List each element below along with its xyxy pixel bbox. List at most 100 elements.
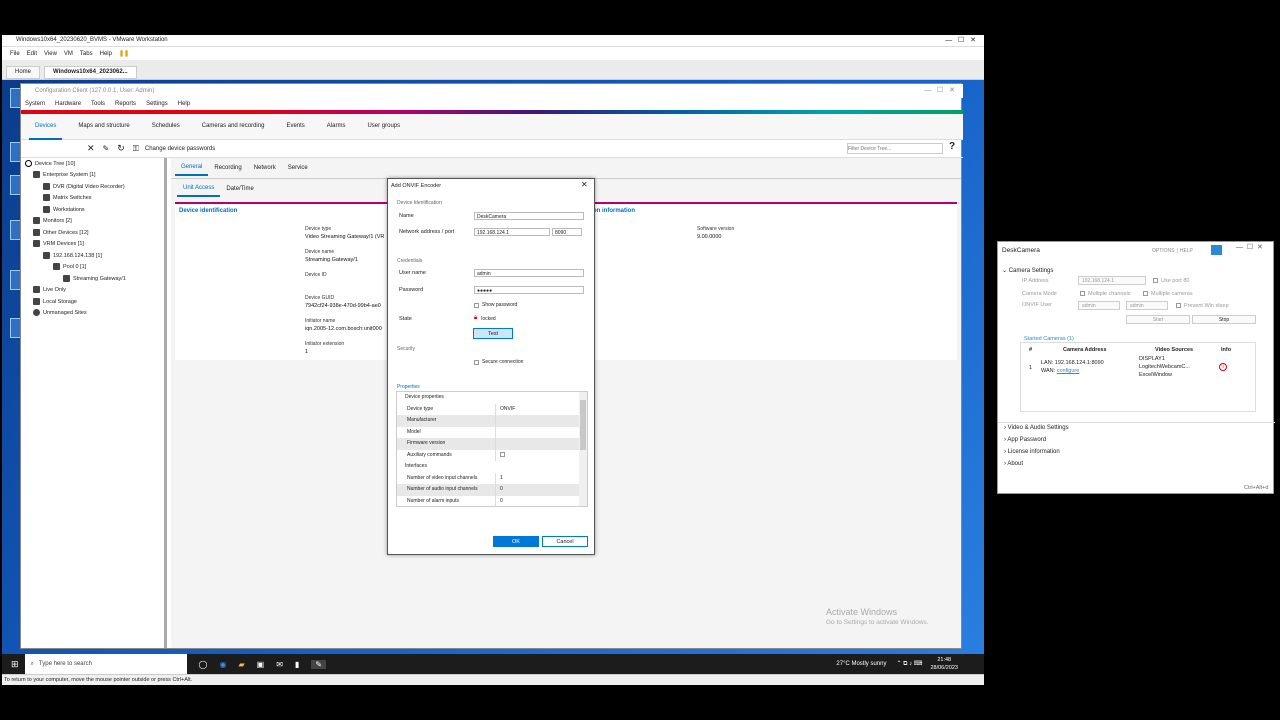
mail-icon[interactable]: ✉ [276,660,283,669]
cc-menu-help[interactable]: Help [178,101,190,107]
test-button[interactable]: Test [473,328,513,339]
cancel-button[interactable]: Cancel [542,536,588,547]
info-icon[interactable]: i [1219,363,1227,371]
menu-file[interactable]: File [10,51,20,57]
link-video-audio[interactable]: › Video & Audio Settings [1004,425,1069,431]
secure-checkbox[interactable] [474,359,479,365]
stop-button[interactable]: Stop [1192,315,1256,324]
folder-icon[interactable]: ▰ [238,660,244,669]
use-port[interactable]: Use port 80 [1153,278,1189,284]
app-icon[interactable]: ▮ [295,660,299,669]
cc-menu-system[interactable]: System [25,101,45,107]
delete-icon[interactable]: ✕ [87,143,95,154]
key-icon[interactable]: ⚿ [133,144,139,154]
table-row[interactable]: Auxiliary commands [397,449,581,461]
table-row[interactable]: Number of video input channels 1 [397,472,581,484]
tree-item[interactable]: DVR (Digital Video Recorder) [43,183,125,193]
cc-menu-reports[interactable]: Reports [115,101,136,107]
tab-service[interactable]: Service [282,161,314,175]
password-field[interactable]: ●●●●● [474,286,584,294]
table-row[interactable]: Device properties [397,392,581,404]
start-button[interactable]: Start [1126,315,1190,324]
pause-icon[interactable]: ❚❚ [119,50,129,57]
edit-icon[interactable]: ✎ [103,144,110,153]
secure-connection[interactable]: Secure connection [474,359,523,365]
filter-tree-input[interactable] [847,143,943,154]
username-field[interactable]: admin [474,269,584,277]
multi-channels[interactable]: Multiple channels [1080,291,1131,297]
tree-item[interactable]: Device Tree [10] [25,160,75,170]
close-icon[interactable]: ✕ [581,180,588,189]
task-view-icon[interactable]: ◯ [199,660,208,669]
link-app-password[interactable]: › App Password [1004,437,1046,443]
scrollbar[interactable] [579,392,587,506]
onvif-password-field[interactable]: admin [1126,301,1168,310]
table-row[interactable]: Number of alarm inputs 0 [397,495,581,506]
tab-general[interactable]: General [175,160,209,176]
taskbar-search[interactable]: ⌕ Type here to search [24,654,187,674]
menu-help[interactable]: Help [100,51,112,57]
cc-menu-settings[interactable]: Settings [146,101,168,107]
tree-item[interactable]: Pool 0 [1] [53,263,86,273]
tree-item[interactable]: Workstations [43,206,85,216]
tree-item[interactable]: 192.168.124.138 [1] [43,252,102,262]
table-row[interactable]: Firmware version [397,438,581,450]
table-row[interactable]: Number of audio input channels 0 [397,484,581,496]
name-field[interactable]: DeskCamera [474,212,584,220]
tree-item[interactable]: Matrix Switches [43,194,92,204]
show-password-checkbox[interactable] [474,302,479,308]
tree-item[interactable]: Live Only [33,286,66,296]
initiator-ext-value[interactable]: 1 [305,349,308,355]
nav-user-groups[interactable]: User groups [361,114,406,140]
deskcamera-window-controls[interactable]: — ☐ ✕ [1236,243,1263,251]
table-row[interactable]: Manufacturer [397,415,581,427]
camera-settings-header[interactable]: ⌄ Camera Settings [1002,267,1053,274]
config-app-icon[interactable]: ✎ [311,659,327,669]
nav-devices[interactable]: Devices [29,114,63,140]
menu-tabs[interactable]: Tabs [80,51,93,57]
multi-cameras[interactable]: Multiple cameras [1143,291,1193,297]
help-link[interactable]: HELP [1180,248,1193,254]
cc-window-controls[interactable]: — ☐ ✕ [924,86,955,94]
menu-vm[interactable]: VM [64,51,73,57]
ok-button[interactable]: OK [493,536,539,547]
tree-item[interactable]: Local Storage [33,298,77,308]
cc-menu-tools[interactable]: Tools [91,101,105,107]
change-passwords[interactable]: Change device passwords [145,146,215,152]
tree-item[interactable]: Other Devices [12] [33,229,89,239]
tab-unit-access[interactable]: Unit Access [177,181,221,197]
windows-start-icon[interactable]: ⊞ [11,659,19,670]
window-controls[interactable]: — ☐ ✕ [945,36,976,44]
cc-menu-hardware[interactable]: Hardware [55,101,81,107]
table-row[interactable]: Interfaces [397,461,581,473]
nav-maps[interactable]: Maps and structure [72,114,135,140]
table-row[interactable]: Model [397,426,581,438]
tree-item-selected[interactable]: Streaming Gateway/1 [63,275,126,285]
edge-icon[interactable]: ◉ [220,660,227,669]
tab-vm[interactable]: Windows10x64_2023062... [44,65,137,79]
menu-view[interactable]: View [44,51,57,57]
link-about[interactable]: › About [1004,461,1023,467]
tab-recording[interactable]: Recording [208,161,247,175]
options-link[interactable]: OPTIONS [1152,248,1175,254]
onvif-user-field[interactable]: admin [1078,301,1120,310]
tab-date-time[interactable]: Date/Time [220,182,259,196]
aux-checkbox[interactable] [500,451,505,457]
tree-item[interactable]: Unmanaged Sites [33,309,87,319]
tree-item[interactable]: Enterprise System [1] [33,171,96,181]
ip-select[interactable]: 192.168.124.1 [1078,276,1146,285]
prevent-sleep[interactable]: Prevent Win sleep [1176,303,1229,309]
tab-network[interactable]: Network [248,161,282,175]
tray-icons[interactable]: ⌃ ⧉ ♪ ⌨ [896,660,922,668]
store-icon[interactable]: ▣ [257,660,265,669]
tab-home[interactable]: Home [6,65,41,79]
tree-item[interactable]: Monitors [2] [33,217,72,227]
nav-cameras[interactable]: Cameras and recording [196,114,271,140]
nav-events[interactable]: Events [280,114,310,140]
weather[interactable]: 27°C Mostly sunny [836,661,886,667]
refresh-icon[interactable]: ↻ [117,143,125,154]
show-password[interactable]: Show password [474,302,517,308]
device-name-value[interactable]: Streaming Gateway/1 [305,257,358,263]
port-field[interactable]: 8090 [552,228,582,236]
help-icon[interactable]: ? [949,141,955,152]
